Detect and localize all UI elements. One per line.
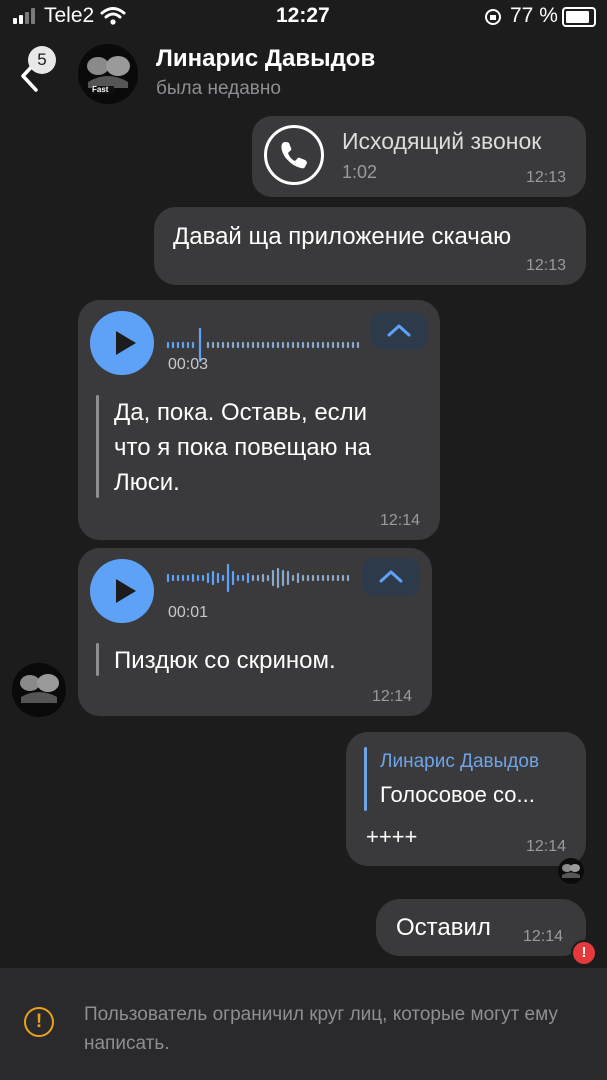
chevron-up-icon xyxy=(379,570,403,583)
message-time: 12:14 xyxy=(371,688,412,705)
voice-message[interactable]: 00:01 Пиздюк со скрином. 12:14 xyxy=(78,548,432,716)
message-text: Оставил xyxy=(396,914,491,941)
wifi-icon xyxy=(100,7,126,25)
avatar[interactable]: Fast xyxy=(78,44,138,104)
error-icon[interactable]: ! xyxy=(571,940,597,966)
reply-bar xyxy=(364,747,367,811)
status-bar: Tele2 12:27 77 % xyxy=(0,0,607,34)
transcript-bar xyxy=(96,395,99,498)
voice-duration: 00:03 xyxy=(168,356,209,373)
transcript-line: Да, пока. Оставь, если xyxy=(114,399,368,426)
unread-badge: 5 xyxy=(28,46,56,74)
call-duration: 1:02 xyxy=(342,162,378,182)
text-message[interactable]: Оставил 12:14 xyxy=(376,899,586,956)
contact-status: была недавно xyxy=(156,78,281,99)
message-text: Давай ща приложение скачаю xyxy=(173,223,512,250)
reply-author: Линарис Давыдов xyxy=(380,751,540,772)
play-button[interactable] xyxy=(90,311,154,375)
sender-avatar[interactable] xyxy=(12,663,66,717)
reply-preview: Голосовое со... xyxy=(380,782,535,807)
voice-message[interactable]: 00:03 Да, пока. Оставь, если что я пока … xyxy=(78,300,440,540)
carrier-label: Tele2 xyxy=(44,4,95,27)
voice-duration: 00:01 xyxy=(168,604,209,621)
clock: 12:27 xyxy=(276,4,330,27)
message-text: ++++ xyxy=(366,824,418,849)
avatar-label: Fast xyxy=(92,85,109,94)
message-time: 12:14 xyxy=(379,512,420,529)
collapse-transcript-button[interactable] xyxy=(370,312,428,350)
transcript-line: Пиздюк со скрином. xyxy=(114,647,336,674)
play-button[interactable] xyxy=(90,559,154,623)
waveform[interactable] xyxy=(166,561,356,595)
warning-icon: ! xyxy=(24,1007,54,1037)
message-time: 12:14 xyxy=(523,928,564,945)
battery-percent: 77 % xyxy=(510,4,558,27)
collapse-transcript-button[interactable] xyxy=(362,558,420,596)
reply-message[interactable]: Линарис Давыдов Голосовое со... ++++ 12:… xyxy=(346,732,586,866)
battery-icon xyxy=(562,7,596,27)
chevron-up-icon xyxy=(387,324,411,337)
transcript-line: что я пока повещаю на xyxy=(114,434,371,461)
call-message[interactable]: Исходящий звонок 1:02 12:13 xyxy=(252,116,586,197)
phone-icon[interactable] xyxy=(264,125,324,185)
transcript-line: Люси. xyxy=(114,469,180,496)
orientation-lock-icon xyxy=(485,9,501,25)
own-avatar xyxy=(558,858,584,884)
contact-name[interactable]: Линарис Давыдов xyxy=(156,45,375,73)
text-message[interactable]: Давай ща приложение скачаю 12:13 xyxy=(154,207,586,285)
message-time: 12:14 xyxy=(525,838,566,855)
chat-header: 5 Fast Линарис Давыдов была недавно xyxy=(0,34,607,114)
call-title: Исходящий звонок xyxy=(342,128,542,154)
restriction-notice: Пользователь ограничил круг лиц, которые… xyxy=(84,1004,558,1054)
message-time: 12:13 xyxy=(525,257,566,274)
restriction-footer: ! Пользователь ограничил круг лиц, котор… xyxy=(0,968,607,1080)
signal-icon xyxy=(13,8,39,24)
transcript-bar xyxy=(96,643,99,676)
message-time: 12:13 xyxy=(525,169,566,186)
